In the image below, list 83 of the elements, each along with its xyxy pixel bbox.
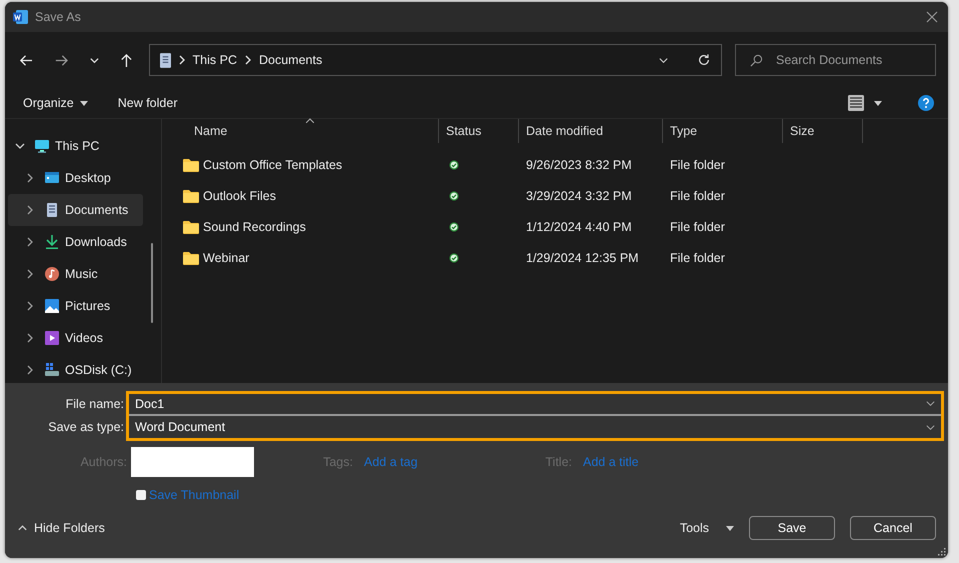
caret-down-icon [726,526,734,530]
back-arrow-icon[interactable] [19,52,34,68]
file-row[interactable]: Sound Recordings 1/12/2024 4:40 PM File folder [164,211,948,242]
sidebar-item[interactable]: Downloads [8,226,143,258]
file-row[interactable]: Webinar 1/29/2024 12:35 PM File folder [164,242,948,273]
breadcrumb[interactable]: Documents [258,53,322,67]
sidebar-item[interactable]: Videos [8,322,143,354]
date-text: 9/26/2023 8:32 PM [526,158,632,172]
save-type-dropdown[interactable]: Word Document [129,416,941,438]
folder-icon [183,220,199,234]
chevron-right-icon[interactable] [25,269,35,279]
date-text: 3/29/2024 3:32 PM [526,188,632,202]
address-bar[interactable]: This PC Documents [148,44,722,76]
date-text: 1/29/2024 12:35 PM [526,250,639,264]
save-type-label: Save as type: [48,420,124,434]
column-header[interactable]: Size [783,119,863,143]
close-icon[interactable] [926,11,938,23]
monitor-icon [34,138,50,154]
file-name-label: File name: [66,397,124,411]
chevron-right-icon[interactable] [25,333,35,343]
chevron-up-icon [17,524,28,532]
desktop-icon [44,170,60,186]
sidebar-item[interactable]: Desktop [8,162,143,194]
file-name: Sound Recordings [203,220,306,234]
column-header[interactable]: Type [663,119,783,143]
chevron-down-icon[interactable] [15,141,25,151]
checkbox[interactable] [136,490,146,500]
cancel-button[interactable]: Cancel [850,516,936,540]
column-header[interactable]: Date modified [519,119,663,143]
chevron-right-icon [244,55,251,65]
music-icon [44,266,60,282]
new-folder-button[interactable]: New folder [118,96,178,110]
refresh-icon[interactable] [696,53,711,67]
tools-menu[interactable]: Tools [680,521,734,535]
chevron-right-icon[interactable] [25,173,35,183]
search-icon [750,54,763,67]
column-header[interactable]: Name [164,119,439,143]
authors-field[interactable] [131,447,254,477]
file-name: Custom Office Templates [203,158,342,172]
word-logo-icon [13,9,29,25]
type-text: File folder [670,220,725,234]
sidebar-item[interactable]: This PC [8,130,143,162]
type-text: File folder [670,250,725,264]
type-text: File folder [670,188,725,202]
save-button[interactable]: Save [749,516,835,540]
chevron-right-icon[interactable] [25,237,35,247]
breadcrumb[interactable]: This PC [192,53,237,67]
chevron-right-icon[interactable] [25,365,35,375]
folder-icon [183,250,199,264]
chevron-right-icon[interactable] [25,301,35,311]
file-row[interactable]: Outlook Files 3/29/2024 3:32 PM File folder [164,180,948,211]
up-arrow-icon[interactable] [118,52,134,68]
type-text: File folder [670,158,725,172]
window-title: Save As [35,10,81,24]
drive-icon [44,362,60,378]
sidebar-item[interactable]: OSDisk (C:) [8,354,143,386]
document-icon [44,202,60,218]
resize-grip-icon[interactable] [938,548,946,556]
file-name: Webinar [203,250,250,264]
list-view-icon[interactable] [848,95,864,111]
document-icon [160,52,171,68]
search-field[interactable]: Search Documents [734,44,936,76]
video-icon [44,330,60,346]
file-name: Outlook Files [203,188,276,202]
caret-down-icon [80,100,88,106]
sidebar-item[interactable]: Pictures [8,290,143,322]
sidebar-item[interactable]: Documents [8,194,143,226]
column-header[interactable]: Status [439,119,519,143]
forward-arrow-icon[interactable] [54,52,69,68]
chevron-right-icon[interactable] [25,205,35,215]
picture-icon [44,298,60,314]
folder-icon [183,188,199,202]
folder-icon [183,158,199,172]
chevron-right-icon [178,55,185,65]
view-dropdown-icon[interactable] [874,100,882,106]
sidebar-item[interactable]: Music [8,258,143,290]
help-icon[interactable] [918,95,934,111]
download-icon [44,234,60,250]
hide-folders-button[interactable]: Hide Folders [17,521,105,535]
file-row[interactable]: Custom Office Templates 9/26/2023 8:32 PM File folder [164,149,948,180]
date-text: 1/12/2024 4:40 PM [526,220,632,234]
organize-menu[interactable]: Organize [23,96,88,110]
scrollbar-thumb[interactable] [151,243,153,323]
